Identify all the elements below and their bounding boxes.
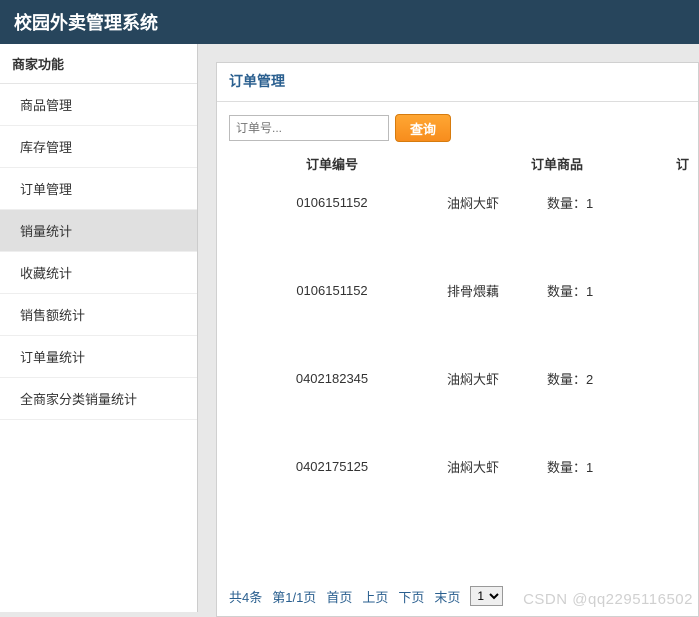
app-header: 校园外卖管理系统	[0, 0, 699, 44]
cell-product: 油焖大虾	[447, 369, 547, 388]
main-container: 商家功能 商品管理 库存管理 订单管理 销量统计 收藏统计 销售额统计 订单量统…	[0, 44, 699, 612]
sidebar: 商家功能 商品管理 库存管理 订单管理 销量统计 收藏统计 销售额统计 订单量统…	[0, 44, 198, 612]
sidebar-item-products[interactable]: 商品管理	[0, 84, 197, 126]
cell-order-no: 0402175125	[217, 457, 447, 474]
cell-product: 油焖大虾	[447, 193, 547, 212]
pager-prev[interactable]: 上页	[362, 587, 388, 606]
table-row: 0402182345 油焖大虾 数量：2	[217, 357, 698, 445]
order-table: 订单编号 订单商品 订 0106151152 油焖大虾 数量：1 0106151…	[217, 150, 698, 576]
pager-select[interactable]: 1	[470, 586, 503, 606]
sidebar-item-all-merchant-stats[interactable]: 全商家分类销量统计	[0, 378, 197, 420]
sidebar-item-order-volume-stats[interactable]: 订单量统计	[0, 336, 197, 378]
pager-first[interactable]: 首页	[326, 587, 352, 606]
sidebar-item-sales-stats[interactable]: 销量统计	[0, 210, 197, 252]
sidebar-item-inventory[interactable]: 库存管理	[0, 126, 197, 168]
main-area: 订单管理 查询 订单编号 订单商品 订 0106151152 油焖大虾 数量：1	[198, 44, 699, 612]
cell-qty: 数量：1	[547, 457, 647, 476]
cell-qty: 数量：1	[547, 281, 647, 300]
col-truncated: 订	[667, 154, 698, 173]
cell-order-no: 0106151152	[217, 193, 447, 210]
pager-page: 第1/1页	[272, 587, 316, 606]
content-panel: 订单管理 查询 订单编号 订单商品 订 0106151152 油焖大虾 数量：1	[216, 62, 699, 617]
search-button[interactable]: 查询	[395, 114, 451, 142]
cell-qty: 数量：1	[547, 193, 647, 212]
table-row: 0402175125 油焖大虾 数量：1	[217, 445, 698, 533]
pagination: 共4条 第1/1页 首页 上页 下页 末页 1	[217, 576, 698, 616]
sidebar-item-favorites-stats[interactable]: 收藏统计	[0, 252, 197, 294]
table-row: 0106151152 油焖大虾 数量：1	[217, 181, 698, 269]
panel-title: 订单管理	[217, 63, 698, 102]
col-order-product: 订单商品	[447, 154, 667, 173]
sidebar-item-orders[interactable]: 订单管理	[0, 168, 197, 210]
cell-product: 排骨煨藕	[447, 281, 547, 300]
table-row: 0106151152 排骨煨藕 数量：1	[217, 269, 698, 357]
cell-qty: 数量：2	[547, 369, 647, 388]
order-search-input[interactable]	[229, 115, 389, 141]
table-header: 订单编号 订单商品 订	[217, 150, 698, 181]
sidebar-header: 商家功能	[0, 44, 197, 84]
cell-product: 油焖大虾	[447, 457, 547, 476]
app-title: 校园外卖管理系统	[14, 9, 158, 35]
pager-total: 共4条	[229, 587, 262, 606]
pager-last[interactable]: 末页	[434, 587, 460, 606]
cell-order-no: 0106151152	[217, 281, 447, 298]
search-row: 查询	[217, 102, 698, 150]
cell-order-no: 0402182345	[217, 369, 447, 386]
sidebar-item-revenue-stats[interactable]: 销售额统计	[0, 294, 197, 336]
col-order-no: 订单编号	[217, 154, 447, 173]
pager-next[interactable]: 下页	[398, 587, 424, 606]
